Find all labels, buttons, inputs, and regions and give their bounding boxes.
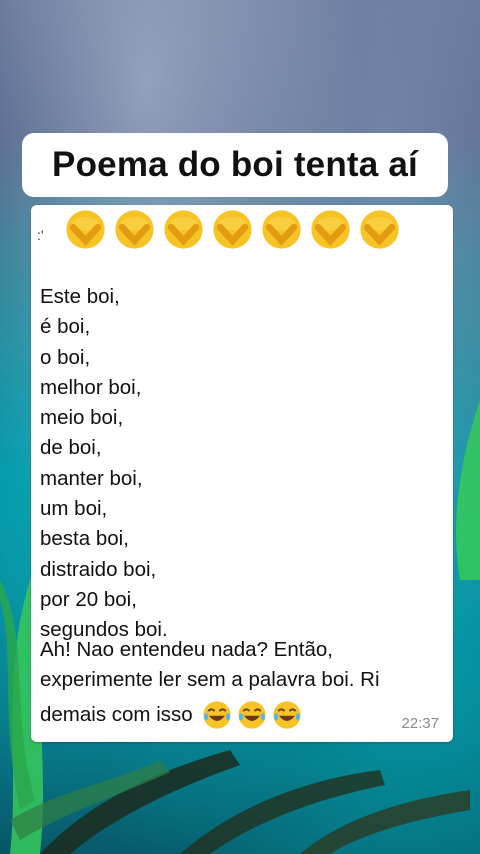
poem-line: é boi, bbox=[40, 315, 91, 339]
video-title: Poema do boi tenta aí bbox=[52, 145, 418, 184]
message-leading-text: :' bbox=[37, 227, 44, 243]
emoji-row bbox=[63, 207, 402, 252]
title-card: Poema do boi tenta aí bbox=[22, 133, 448, 197]
poem-text: Este boi, é boi, o boi, melhor boi, meio… bbox=[40, 282, 168, 646]
face-with-tears-of-joy-icon bbox=[238, 701, 266, 729]
poem-line: o boi, bbox=[40, 345, 91, 369]
face-with-tears-of-joy-icon bbox=[203, 701, 231, 729]
note-line: experimente ler sem a palavra boi. Ri bbox=[40, 668, 380, 691]
poem-line: besta boi, bbox=[40, 527, 129, 551]
poem-line: de boi, bbox=[40, 436, 102, 460]
background-plant-bottom bbox=[10, 750, 470, 854]
note-line: Ah! Nao entendeu nada? Então, bbox=[40, 638, 333, 661]
poem-line: distraido boi, bbox=[40, 557, 157, 581]
face-with-hand-over-mouth-icon bbox=[311, 210, 350, 249]
note-last-line: demais com isso bbox=[40, 699, 303, 731]
poem-line: um boi, bbox=[40, 497, 108, 521]
poem-line: meio boi, bbox=[40, 406, 124, 430]
face-with-hand-over-mouth-icon bbox=[164, 210, 203, 249]
note-text: Ah! Nao entendeu nada? Então, experiment… bbox=[40, 635, 440, 695]
poem-line: manter boi, bbox=[40, 466, 143, 490]
face-with-hand-over-mouth-icon bbox=[115, 210, 154, 249]
face-with-hand-over-mouth-icon bbox=[213, 210, 252, 249]
message-timestamp: 22:37 bbox=[401, 715, 439, 732]
face-with-hand-over-mouth-icon bbox=[262, 210, 301, 249]
poem-line: Este boi, bbox=[40, 285, 120, 308]
chat-message-bubble[interactable]: :' Este boi, é boi, o boi, melhor boi, m… bbox=[31, 205, 453, 742]
face-with-tears-of-joy-icon bbox=[273, 701, 301, 729]
face-with-hand-over-mouth-icon bbox=[360, 210, 399, 249]
poem-line: melhor boi, bbox=[40, 375, 142, 399]
note-line: demais com isso bbox=[40, 703, 193, 726]
face-with-hand-over-mouth-icon bbox=[66, 210, 105, 249]
poem-line: por 20 boi, bbox=[40, 587, 137, 611]
